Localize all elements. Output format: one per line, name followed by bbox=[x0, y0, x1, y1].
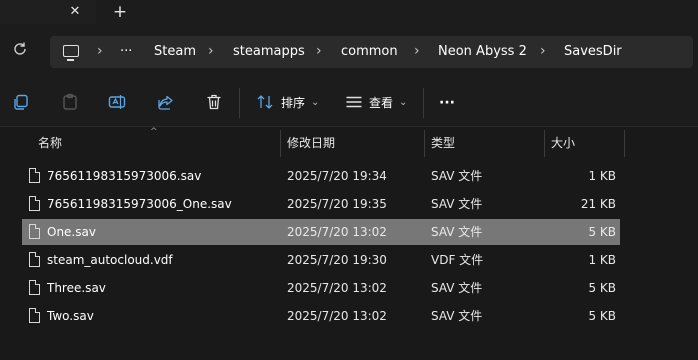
toolbar-divider bbox=[423, 88, 424, 118]
breadcrumb-steam[interactable]: Steam bbox=[154, 36, 196, 68]
active-tab[interactable]: ✕ bbox=[0, 0, 96, 24]
file-icon bbox=[29, 196, 40, 211]
file-row[interactable]: Three.sav 2025/7/20 13:02 SAV 文件 5 KB bbox=[22, 275, 620, 301]
file-size: 1 KB bbox=[588, 253, 616, 267]
file-date: 2025/7/20 13:02 bbox=[287, 309, 387, 323]
address-bar[interactable]: › ··· Steam › steamapps › common › Neon … bbox=[50, 36, 693, 68]
toolbar-divider bbox=[239, 88, 240, 118]
file-row[interactable]: Two.sav 2025/7/20 13:02 SAV 文件 5 KB bbox=[22, 303, 620, 329]
column-header-row: ^ 名称 修改日期 类型 大小 bbox=[0, 127, 698, 157]
file-row-selected[interactable]: One.sav 2025/7/20 13:02 SAV 文件 5 KB bbox=[22, 219, 620, 245]
copy-icon[interactable] bbox=[12, 93, 32, 113]
column-header-name[interactable]: 名称 bbox=[38, 130, 62, 157]
file-date: 2025/7/20 19:34 bbox=[287, 169, 387, 183]
chevron-right-icon[interactable]: › bbox=[540, 36, 546, 68]
file-row[interactable]: steam_autocloud.vdf 2025/7/20 19:30 VDF … bbox=[22, 247, 620, 273]
file-type: SAV 文件 bbox=[431, 197, 483, 211]
chevron-right-icon[interactable]: › bbox=[208, 36, 214, 68]
column-header-type[interactable]: 类型 bbox=[431, 130, 455, 157]
file-size: 21 KB bbox=[580, 197, 616, 211]
file-type: VDF 文件 bbox=[431, 253, 484, 267]
column-divider[interactable] bbox=[544, 130, 545, 157]
more-options-icon[interactable]: ··· bbox=[439, 94, 455, 112]
breadcrumb-more[interactable]: ··· bbox=[120, 36, 132, 68]
sort-icon[interactable] bbox=[256, 93, 276, 113]
breadcrumb-savesdir[interactable]: SavesDir bbox=[564, 36, 622, 68]
file-row[interactable]: 76561198315973006_One.sav 2025/7/20 19:3… bbox=[22, 191, 620, 217]
column-divider[interactable] bbox=[280, 130, 281, 157]
file-date: 2025/7/20 19:35 bbox=[287, 197, 387, 211]
file-name: steam_autocloud.vdf bbox=[47, 253, 173, 267]
file-type: SAV 文件 bbox=[431, 309, 483, 323]
file-name: Two.sav bbox=[47, 309, 94, 323]
new-tab-icon[interactable]: + bbox=[110, 2, 130, 22]
share-icon[interactable] bbox=[157, 93, 177, 113]
command-bar: 排序 ⌄ 查看 ⌄ ··· bbox=[0, 80, 698, 127]
file-icon bbox=[29, 280, 40, 295]
column-header-date[interactable]: 修改日期 bbox=[287, 130, 335, 157]
file-date: 2025/7/20 13:02 bbox=[287, 225, 387, 239]
breadcrumb-steamapps[interactable]: steamapps bbox=[233, 36, 305, 68]
file-name: 76561198315973006_One.sav bbox=[47, 197, 232, 211]
chevron-down-icon[interactable]: ⌄ bbox=[311, 94, 319, 112]
file-type: SAV 文件 bbox=[431, 281, 483, 295]
file-type: SAV 文件 bbox=[431, 169, 483, 183]
delete-icon[interactable] bbox=[205, 93, 225, 113]
chevron-right-icon[interactable]: › bbox=[97, 36, 103, 68]
column-header-size[interactable]: 大小 bbox=[551, 130, 575, 157]
file-icon bbox=[29, 168, 40, 183]
file-icon bbox=[29, 224, 40, 239]
close-tab-icon[interactable]: ✕ bbox=[66, 3, 84, 21]
refresh-icon[interactable] bbox=[10, 41, 30, 61]
file-name: Three.sav bbox=[47, 281, 106, 295]
chevron-right-icon[interactable]: › bbox=[414, 36, 420, 68]
paste-icon[interactable] bbox=[61, 93, 81, 113]
sort-ascending-icon: ^ bbox=[150, 127, 158, 137]
file-name: 76561198315973006.sav bbox=[47, 169, 202, 183]
rename-icon[interactable] bbox=[108, 93, 128, 113]
file-size: 1 KB bbox=[588, 169, 616, 183]
file-icon bbox=[29, 308, 40, 323]
breadcrumb-common[interactable]: common bbox=[341, 36, 398, 68]
file-date: 2025/7/20 13:02 bbox=[287, 281, 387, 295]
view-icon[interactable] bbox=[345, 93, 365, 113]
file-name: One.sav bbox=[47, 225, 96, 239]
computer-icon[interactable] bbox=[63, 45, 79, 61]
file-size: 5 KB bbox=[588, 309, 616, 323]
chevron-right-icon[interactable]: › bbox=[316, 36, 322, 68]
navigation-bar: › ··· Steam › steamapps › common › Neon … bbox=[0, 24, 698, 80]
chevron-down-icon[interactable]: ⌄ bbox=[399, 94, 407, 112]
refresh-glyph bbox=[14, 42, 26, 55]
file-date: 2025/7/20 19:30 bbox=[287, 253, 387, 267]
column-divider[interactable] bbox=[624, 130, 625, 157]
file-icon bbox=[29, 252, 40, 267]
file-row[interactable]: 76561198315973006.sav 2025/7/20 19:34 SA… bbox=[22, 163, 620, 189]
sort-button[interactable]: 排序 bbox=[281, 94, 305, 112]
file-size: 5 KB bbox=[588, 281, 616, 295]
file-type: SAV 文件 bbox=[431, 225, 483, 239]
column-divider[interactable] bbox=[424, 130, 425, 157]
file-size: 5 KB bbox=[588, 225, 616, 239]
tab-bar: ✕ + bbox=[0, 0, 698, 24]
breadcrumb-neon-abyss-2[interactable]: Neon Abyss 2 bbox=[438, 36, 527, 68]
view-button[interactable]: 查看 bbox=[369, 94, 393, 112]
